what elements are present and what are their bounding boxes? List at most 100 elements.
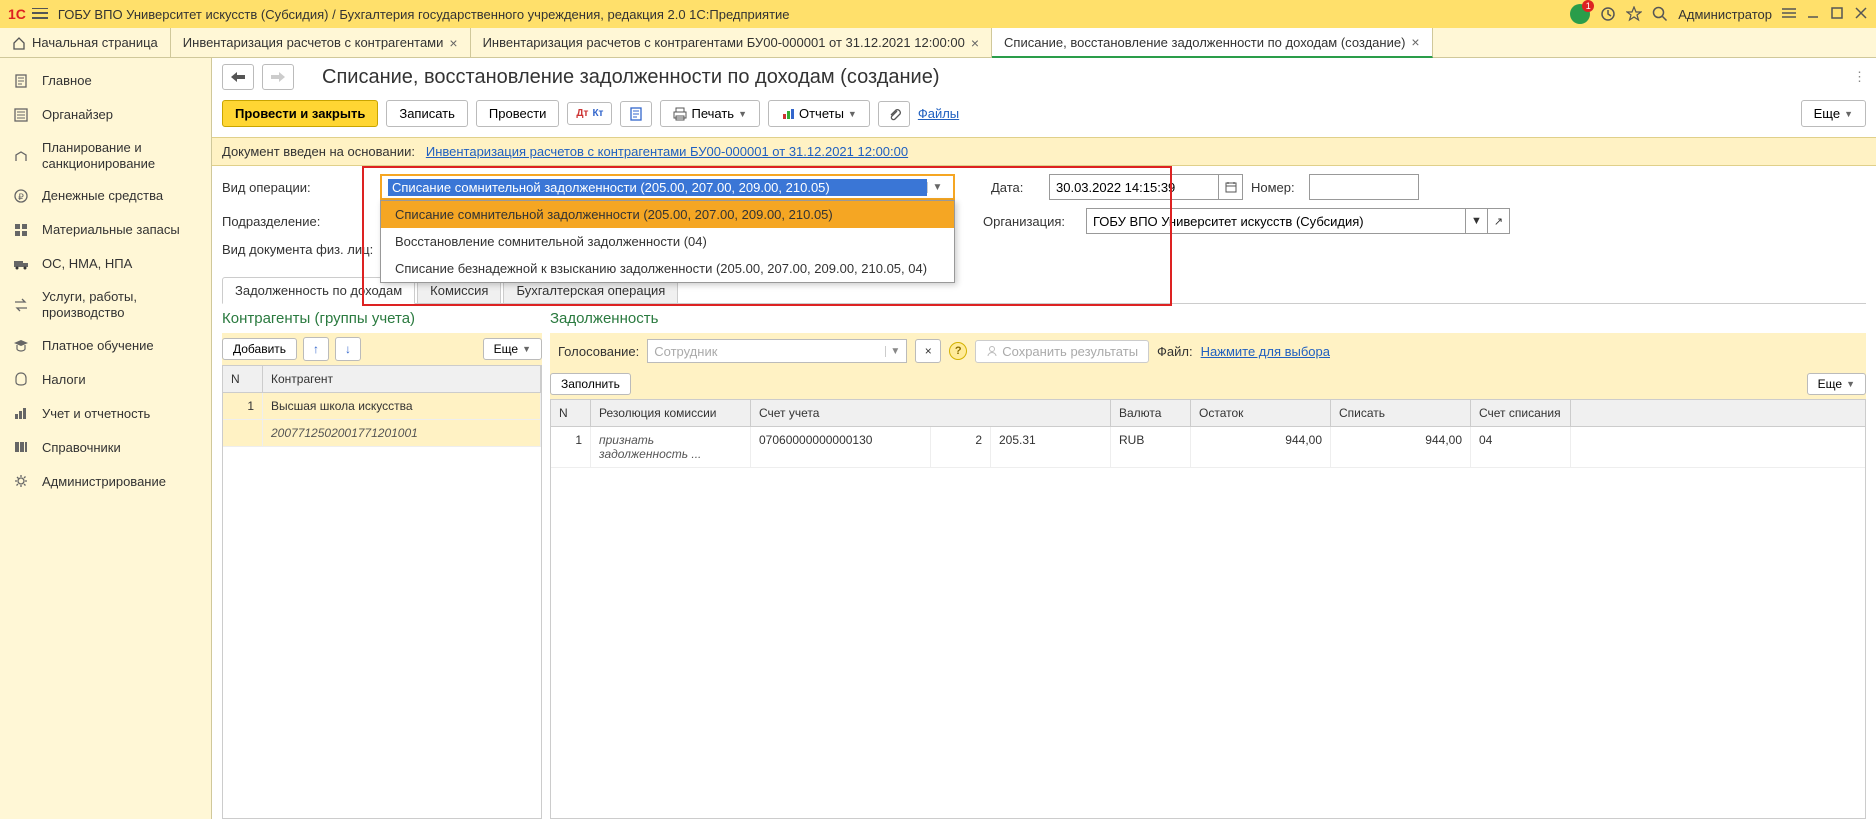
fill-button[interactable]: Заполнить xyxy=(550,373,631,395)
sidebar-item-organizer[interactable]: Органайзер xyxy=(0,98,211,132)
table-row[interactable]: 1 признать задолженность ... 07060000000… xyxy=(551,427,1865,468)
col-res: Резолюция комиссии xyxy=(591,400,751,426)
sidebar-item-label: Налоги xyxy=(42,372,86,388)
col-acc2: Счет списания xyxy=(1471,400,1571,426)
sidebar-item-label: Органайзер xyxy=(42,107,113,123)
sidebar-item-label: Планирование и санкционирование xyxy=(42,140,199,171)
reports-button[interactable]: Отчеты ▼ xyxy=(768,100,870,127)
sidebar-item-taxes[interactable]: Налоги xyxy=(0,362,211,396)
counterparties-title: Контрагенты (группы учета) xyxy=(222,304,542,333)
more-actions-icon[interactable]: ⋮ xyxy=(1853,69,1866,85)
add-button[interactable]: Добавить xyxy=(222,338,297,360)
doc-icon xyxy=(12,72,30,90)
voting-bar: Голосование: Сотрудник ▼ × ? Сохранить р… xyxy=(550,333,1866,369)
dropdown-arrow-icon[interactable]: ▼ xyxy=(885,346,900,357)
debt-more-button[interactable]: Еще ▼ xyxy=(1807,373,1866,395)
sidebar-item-services[interactable]: Услуги, работы, производство xyxy=(0,281,211,328)
dropdown-arrow-icon: ▼ xyxy=(1844,109,1853,119)
sidebar-item-money[interactable]: ₽ Денежные средства xyxy=(0,179,211,213)
table-row[interactable]: 1 Высшая школа искусства xyxy=(223,393,541,420)
basis-link[interactable]: Инвентаризация расчетов с контрагентами … xyxy=(426,144,908,159)
sidebar-item-refs[interactable]: Справочники xyxy=(0,430,211,464)
sidebar-item-accounting[interactable]: Учет и отчетность xyxy=(0,396,211,430)
debt-title: Задолженность xyxy=(550,304,1866,333)
file-link[interactable]: Нажмите для выбора xyxy=(1201,344,1330,359)
list-icon xyxy=(12,106,30,124)
basis-label: Документ введен на основании: xyxy=(222,144,415,159)
tab-label: Инвентаризация расчетов с контрагентами xyxy=(183,35,444,50)
debt-table: N Резолюция комиссии Счет учета Валюта О… xyxy=(550,399,1866,819)
tab-close-icon[interactable]: × xyxy=(971,35,979,51)
close-icon[interactable] xyxy=(1854,6,1868,23)
cp-more-button[interactable]: Еще ▼ xyxy=(483,338,542,360)
col-acc: Счет учета xyxy=(751,400,1111,426)
post-close-button[interactable]: Провести и закрыть xyxy=(222,100,378,127)
dropdown-option-0[interactable]: Списание сомнительной задолженности (205… xyxy=(381,201,954,228)
user-icon xyxy=(986,345,998,357)
op-type-select[interactable]: Списание сомнительной задолженности (205… xyxy=(380,174,955,200)
dt-kt-button[interactable]: ДтКт xyxy=(567,102,612,125)
save-button[interactable]: Записать xyxy=(386,100,468,127)
sidebar-item-assets[interactable]: ОС, НМА, НПА xyxy=(0,247,211,281)
hamburger-icon[interactable] xyxy=(32,8,48,20)
sidebar-item-label: Главное xyxy=(42,73,92,89)
op-type-label: Вид операции: xyxy=(222,180,372,195)
attach-button[interactable] xyxy=(878,101,910,127)
dropdown-arrow-icon: ▼ xyxy=(522,344,531,354)
sidebar-item-planning[interactable]: Планирование и санкционирование xyxy=(0,132,211,179)
search-icon[interactable] xyxy=(1652,6,1668,22)
print-icon xyxy=(673,107,687,121)
date-input[interactable] xyxy=(1049,174,1219,200)
col-name: Контрагент xyxy=(263,366,541,392)
dropdown-option-1[interactable]: Восстановление сомнительной задолженност… xyxy=(381,228,954,255)
sidebar-item-main[interactable]: Главное xyxy=(0,64,211,98)
help-icon[interactable]: ? xyxy=(949,342,967,360)
content: Списание, восстановление задолженности п… xyxy=(212,58,1876,819)
clear-voting-button[interactable]: × xyxy=(915,339,941,363)
table-row-sub[interactable]: 2007712502001771201001 xyxy=(223,420,541,447)
org-input[interactable] xyxy=(1086,208,1466,234)
sidebar-item-admin[interactable]: Администрирование xyxy=(0,464,211,498)
print-button[interactable]: Печать ▼ xyxy=(660,100,760,127)
voting-label: Голосование: xyxy=(558,344,639,359)
sidebar-item-materials[interactable]: Материальные запасы xyxy=(0,213,211,247)
notification-badge[interactable]: 1 xyxy=(1570,4,1590,24)
sidebar-item-education[interactable]: Платное обучение xyxy=(0,328,211,362)
nav-back-button[interactable] xyxy=(222,64,254,90)
doc-list-button[interactable] xyxy=(620,101,652,127)
phys-doc-label: Вид документа физ. лиц: xyxy=(222,242,373,257)
dropdown-arrow-icon: ▼ xyxy=(848,109,857,119)
tab-close-icon[interactable]: × xyxy=(449,35,457,51)
more-button[interactable]: Еще ▼ xyxy=(1801,100,1866,127)
sidebar: Главное Органайзер Планирование и санкци… xyxy=(0,58,212,819)
tab-home[interactable]: Начальная страница xyxy=(0,28,171,57)
move-up-button[interactable]: ↑ xyxy=(303,337,329,361)
dropdown-option-2[interactable]: Списание безнадежной к взысканию задолже… xyxy=(381,255,954,282)
files-link[interactable]: Файлы xyxy=(918,106,959,121)
sidebar-item-label: Денежные средства xyxy=(42,188,163,204)
voting-employee-input[interactable]: Сотрудник ▼ xyxy=(647,339,907,363)
nav-forward-button[interactable] xyxy=(262,64,294,90)
tab-writeoff[interactable]: Списание, восстановление задолженности п… xyxy=(992,28,1433,58)
org-dropdown-button[interactable]: ▼ xyxy=(1466,208,1488,234)
post-button[interactable]: Провести xyxy=(476,100,560,127)
star-icon[interactable] xyxy=(1626,6,1642,22)
history-icon[interactable] xyxy=(1600,6,1616,22)
maximize-icon[interactable] xyxy=(1830,6,1844,23)
tab-inv2[interactable]: Инвентаризация расчетов с контрагентами … xyxy=(471,28,992,57)
number-input[interactable] xyxy=(1309,174,1419,200)
save-results-button[interactable]: Сохранить результаты xyxy=(975,340,1149,363)
col-bal: Остаток xyxy=(1191,400,1331,426)
minimize-icon[interactable] xyxy=(1806,6,1820,23)
org-open-button[interactable]: ↗ xyxy=(1488,208,1510,234)
move-down-button[interactable]: ↓ xyxy=(335,337,361,361)
settings-icon[interactable] xyxy=(1782,8,1796,20)
sidebar-item-label: Справочники xyxy=(42,440,121,456)
dropdown-arrow-icon: ▼ xyxy=(738,109,747,119)
calendar-button[interactable] xyxy=(1219,174,1243,200)
counterparties-table: N Контрагент 1 Высшая школа искусства 20… xyxy=(222,365,542,819)
dropdown-arrow-icon[interactable]: ▼ xyxy=(927,182,947,193)
tab-close-icon[interactable]: × xyxy=(1411,34,1419,50)
tab-inv1[interactable]: Инвентаризация расчетов с контрагентами … xyxy=(171,28,471,57)
user-name[interactable]: Администратор xyxy=(1678,7,1772,22)
